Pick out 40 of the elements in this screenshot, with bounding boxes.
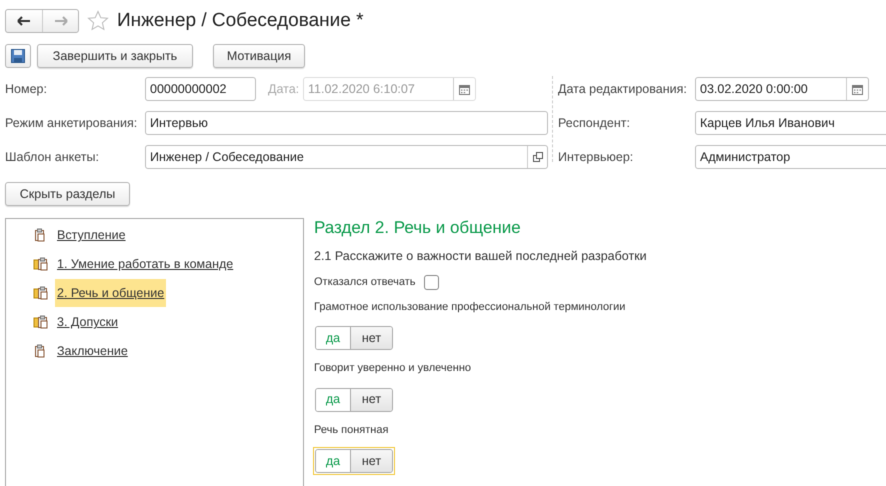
field-label: Дата редактирования: [558,80,688,98]
calendar-icon [852,84,863,94]
folder-document-icon [33,256,49,272]
criterion-label: Говорит уверенно и увлеченно [314,361,472,376]
field-label: Дата: [268,80,300,98]
criterion-label: Грамотное использование профессиональной терминологии [314,300,626,315]
field-label: Номер: [5,80,48,98]
save-button[interactable] [5,44,31,68]
window-title: Инженер / Собеседование * [117,8,364,33]
interviewer-field[interactable]: Администратор [695,145,886,169]
field-label: Интервьюер: [558,148,634,166]
respondent-field[interactable]: Карцев Илья Иванович [695,111,886,135]
answer-option[interactable]: нет [350,327,392,350]
field-label: Шаблон анкеты: [5,148,100,166]
section-link[interactable]: Вступление [55,221,128,250]
section-link[interactable]: Заключение [55,337,130,366]
section-link[interactable]: 1. Умение работать в команде [55,250,236,278]
open-icon[interactable] [532,152,542,162]
edit-date-field[interactable]: 03.02.2020 0:00:00 [695,77,869,101]
toolbar-button[interactable]: Завершить и закрыть [37,44,193,68]
section-link[interactable]: 3. Допуски [55,308,120,336]
folder-document-icon [33,285,49,302]
toolbar-button[interactable]: Мотивация [213,44,305,68]
criterion-label: Речь понятная [314,422,390,438]
question-text: 2.1 Расскажите о важности вашей последней разработки [314,248,647,266]
refused-checkbox[interactable] [424,274,438,290]
number-field[interactable]: 00000000002 [145,77,256,101]
field-label: Респондент: [558,114,631,132]
answer-option[interactable]: нет [350,450,392,472]
star-icon[interactable] [87,10,109,32]
section-heading: Раздел 2. Речь и общение [314,218,522,238]
checkbox-label: Отказался отвечать [314,275,416,290]
answer-option[interactable]: нет [350,388,392,411]
field-label: Режим анкетирования: [5,114,138,132]
calendar-icon [459,84,470,94]
section-link[interactable]: 2. Речь и общение [55,279,166,308]
hide-sections-button[interactable]: Скрыть разделы [5,182,130,206]
folder-document-icon [33,314,49,330]
mode-field[interactable]: Интервью [145,111,548,135]
template-field[interactable]: Инженер / Собеседование [145,145,548,169]
